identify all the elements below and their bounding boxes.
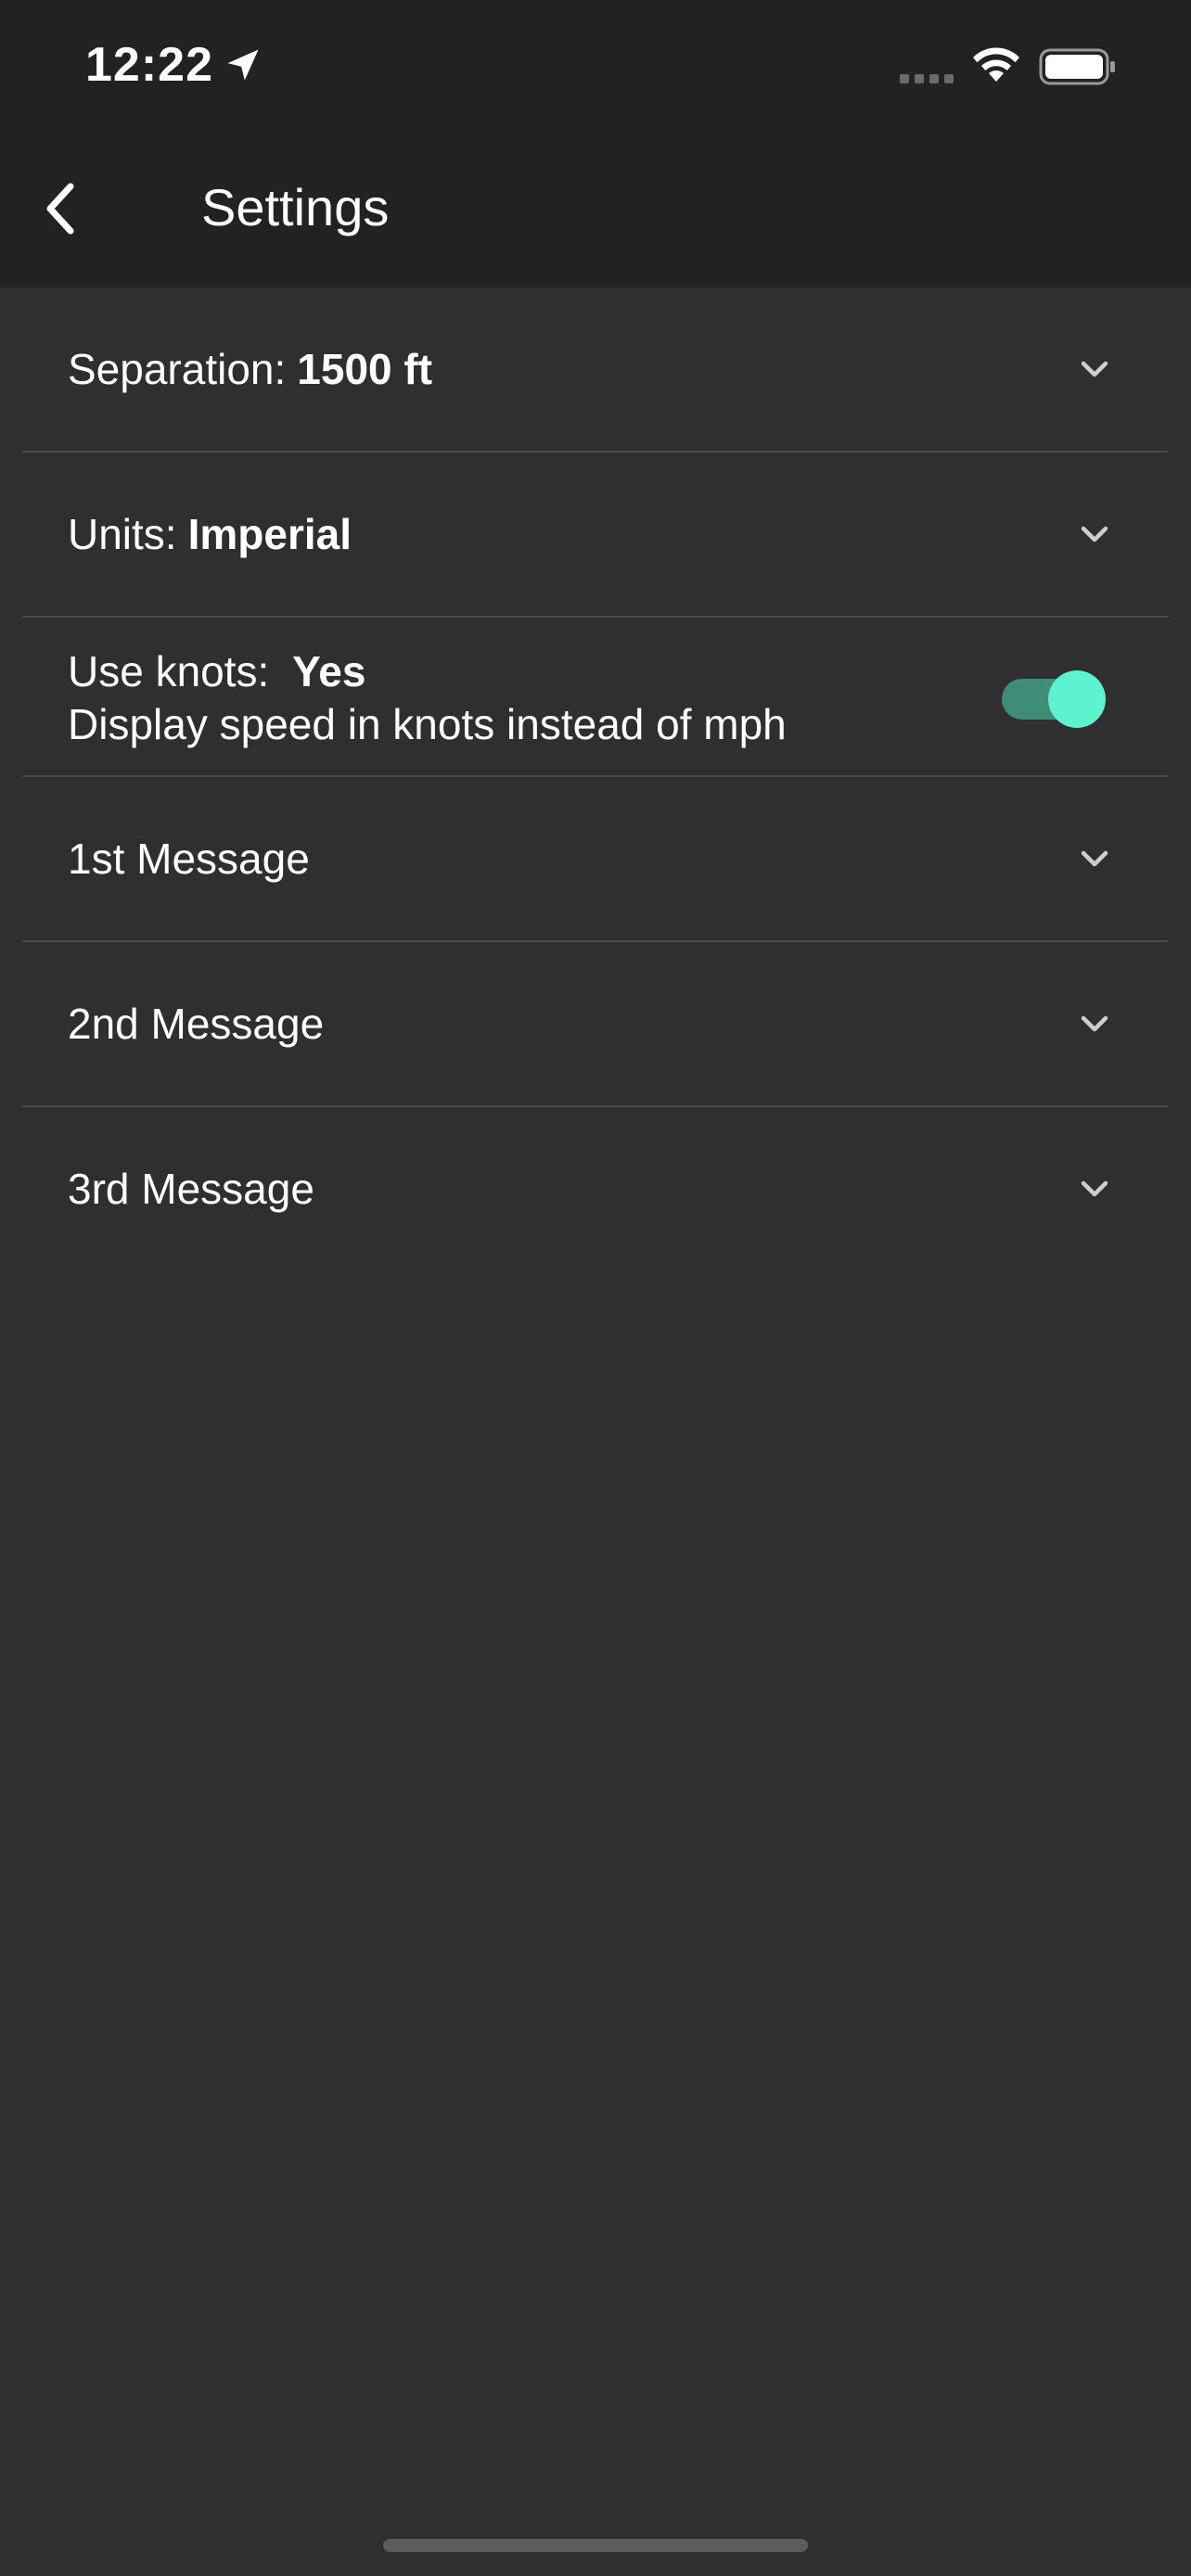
home-indicator[interactable] (383, 2539, 808, 2552)
chevron-down-icon (1081, 1180, 1108, 1197)
chevron-down-icon (1081, 361, 1108, 377)
knots-value: Yes (292, 647, 366, 695)
chevron-down-icon (1081, 526, 1108, 542)
separation-value: 1500 ft (297, 345, 433, 393)
message-3-label: 3rd Message (68, 1165, 314, 1213)
page-title: Settings (201, 178, 390, 236)
knots-title: Use knots: Yes (68, 645, 787, 698)
knots-description: Display speed in knots instead of mph (68, 700, 787, 748)
separation-label: Separation: 1500 ft (68, 287, 432, 451)
message-1-setting[interactable]: 1st Message (22, 777, 1169, 942)
message-2-label: 2nd Message (68, 1000, 325, 1048)
knots-setting: Use knots: Yes Display speed in knots in… (22, 618, 1169, 777)
message-2-setting[interactable]: 2nd Message (22, 942, 1169, 1107)
back-button[interactable] (33, 176, 89, 241)
message-3-setting[interactable]: 3rd Message (22, 1107, 1169, 1270)
settings-list: Separation: 1500 ft Units: Imperial Use … (0, 287, 1191, 1270)
status-bar-time: 12:22 (85, 37, 263, 93)
battery-icon (1039, 48, 1115, 85)
chevron-down-icon (1081, 850, 1108, 867)
knots-toggle[interactable] (1002, 670, 1106, 728)
toggle-thumb (1048, 670, 1106, 728)
wifi-icon (973, 47, 1019, 82)
units-setting[interactable]: Units: Imperial (22, 453, 1169, 618)
separation-setting[interactable]: Separation: 1500 ft (22, 287, 1169, 453)
status-time-text: 12:22 (85, 38, 213, 92)
knots-text: Use knots: Yes Display speed in knots in… (68, 645, 787, 751)
location-arrow-icon (227, 49, 259, 81)
top-bar: 12:22 Settings (0, 0, 1191, 287)
units-value: Imperial (187, 510, 352, 558)
chevron-left-icon (46, 183, 74, 235)
separation-label-text: Separation: (68, 345, 287, 393)
knots-label: Use knots: (68, 647, 270, 695)
units-label: Units: Imperial (68, 453, 352, 616)
signal-dots-icon (900, 74, 954, 83)
units-label-text: Units: (68, 510, 177, 558)
settings-screen: 12:22 Settings Separation: 1500 ft Units… (0, 0, 1191, 2576)
chevron-down-icon (1081, 1015, 1108, 1032)
message-1-label: 1st Message (68, 835, 310, 883)
